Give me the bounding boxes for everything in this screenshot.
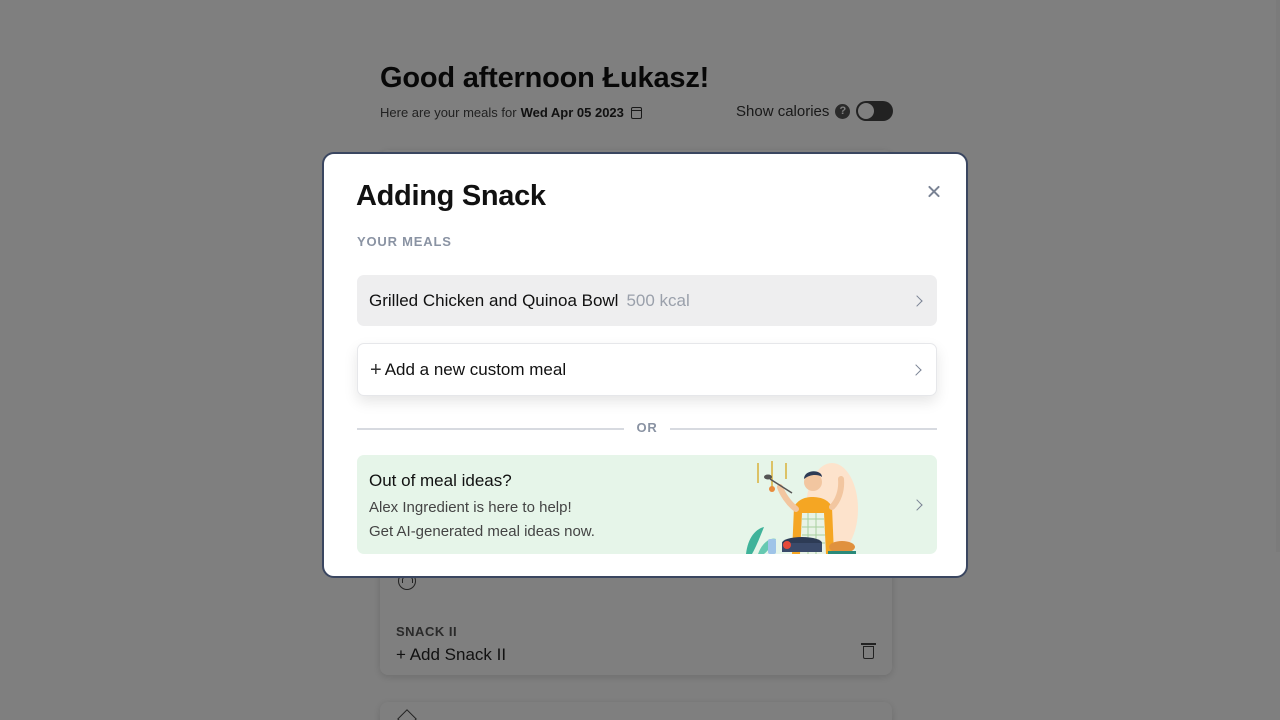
close-icon[interactable] — [924, 182, 944, 202]
plus-icon: + — [370, 358, 382, 381]
chevron-right-icon — [911, 294, 923, 307]
adding-snack-modal: Adding Snack YOUR MEALS Grilled Chicken … — [322, 152, 968, 578]
modal-title: Adding Snack — [356, 180, 546, 212]
meal-kcal: 500 kcal — [626, 290, 690, 310]
meal-item[interactable]: Grilled Chicken and Quinoa Bowl 500 kcal — [357, 275, 937, 326]
meal-name: Grilled Chicken and Quinoa Bowl — [369, 290, 619, 310]
or-divider: OR — [357, 418, 937, 438]
add-custom-meal-label: Add a new custom meal — [384, 359, 567, 379]
chef-illustration — [746, 461, 858, 554]
your-meals-label: YOUR MEALS — [357, 234, 452, 249]
ideas-title: Out of meal ideas? — [369, 471, 512, 490]
ideas-line2: Get AI-generated meal ideas now. — [369, 523, 595, 540]
ai-meal-ideas-banner[interactable]: Out of meal ideas? Alex Ingredient is he… — [357, 455, 937, 554]
scrollbar[interactable] — [1276, 0, 1280, 552]
ideas-line1: Alex Ingredient is here to help! — [369, 499, 572, 516]
chevron-right-icon — [911, 498, 923, 511]
add-custom-meal-button[interactable]: + Add a new custom meal — [357, 343, 937, 396]
chevron-right-icon — [910, 363, 922, 376]
